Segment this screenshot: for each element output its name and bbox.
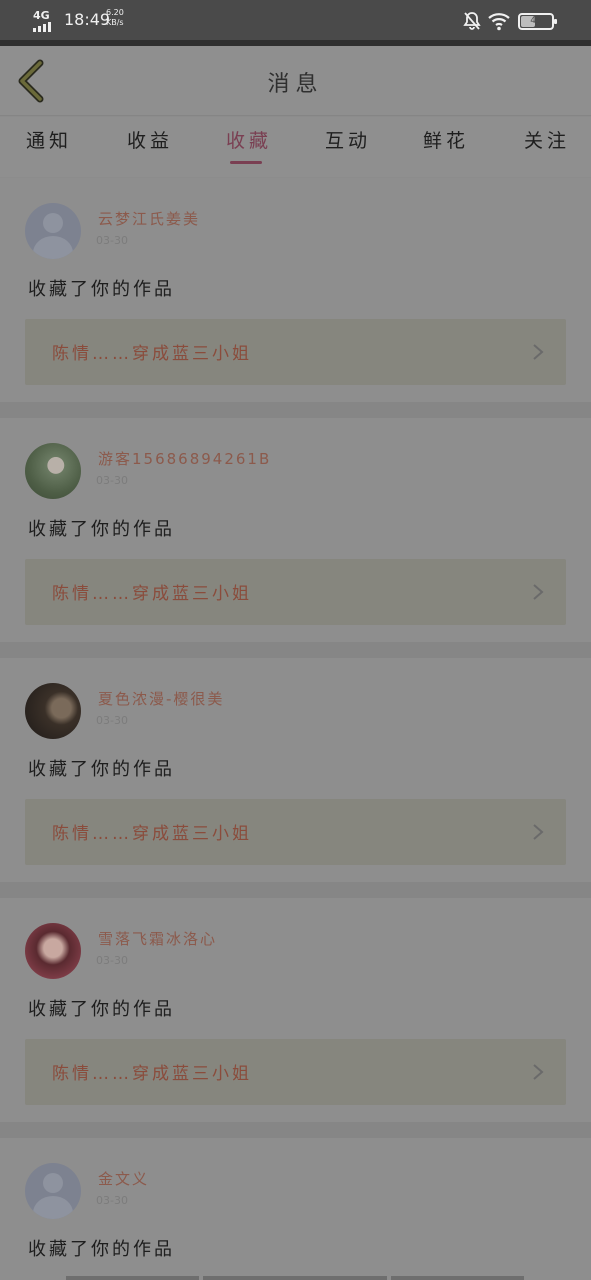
message-list: 云梦江氏姜美 03-30 收藏了你的作品 陈情……穿成蓝三小姐 游客156868… <box>0 178 591 1280</box>
list-item: 金文义 03-30 收藏了你的作品 <box>0 1138 591 1280</box>
work-title: 陈情……穿成蓝三小姐 <box>52 824 252 844</box>
message-text: 收藏了你的作品 <box>28 1239 175 1260</box>
tab-bar: 通知 收益 收藏 互动 鲜花 关注 <box>0 117 591 177</box>
tab-earnings[interactable]: 收益 <box>127 126 173 153</box>
active-tab-indicator <box>230 161 262 164</box>
username[interactable]: 雪落飞霜冰洛心 <box>98 928 217 949</box>
tab-follows[interactable]: 关注 <box>524 126 570 153</box>
message-text: 收藏了你的作品 <box>28 279 175 300</box>
signal-icon <box>33 22 51 32</box>
message-date: 03-30 <box>96 474 128 487</box>
chevron-right-icon <box>533 584 544 600</box>
work-link[interactable]: 陈情……穿成蓝三小姐 <box>25 799 566 865</box>
work-title: 陈情……穿成蓝三小姐 <box>52 1064 252 1084</box>
tab-notifications[interactable]: 通知 <box>26 126 72 153</box>
battery-icon: 48 <box>518 13 557 30</box>
avatar[interactable] <box>25 683 81 739</box>
work-link[interactable]: 陈情……穿成蓝三小姐 <box>25 559 566 625</box>
scroll-indicator <box>66 1276 199 1280</box>
work-title: 陈情……穿成蓝三小姐 <box>52 344 252 364</box>
speed-unit: KB/s <box>106 18 124 27</box>
message-date: 03-30 <box>96 954 128 967</box>
username[interactable]: 夏色浓漫-樱很美 <box>98 688 224 709</box>
bell-muted-icon <box>463 12 481 30</box>
work-title: 陈情……穿成蓝三小姐 <box>52 584 252 604</box>
tab-favorites[interactable]: 收藏 <box>226 126 272 153</box>
username[interactable]: 云梦江氏姜美 <box>98 208 200 229</box>
message-date: 03-30 <box>96 1194 128 1207</box>
work-link[interactable]: 陈情……穿成蓝三小姐 <box>25 319 566 385</box>
work-link[interactable]: 陈情……穿成蓝三小姐 <box>25 1039 566 1105</box>
list-item: 夏色浓漫-樱很美 03-30 收藏了你的作品 陈情……穿成蓝三小姐 <box>0 658 591 882</box>
scroll-indicator <box>391 1276 524 1280</box>
message-text: 收藏了你的作品 <box>28 519 175 540</box>
avatar[interactable] <box>25 923 81 979</box>
username[interactable]: 金文义 <box>98 1168 149 1189</box>
avatar[interactable] <box>25 443 81 499</box>
chevron-right-icon <box>533 824 544 840</box>
clock: 18:49 <box>64 10 111 29</box>
tab-flowers[interactable]: 鲜花 <box>423 126 469 153</box>
network-speed: 6.20 KB/s <box>106 8 124 28</box>
username[interactable]: 游客15686894261B <box>98 448 271 469</box>
network-type: 4G <box>33 9 50 22</box>
chevron-right-icon <box>533 1064 544 1080</box>
message-date: 03-30 <box>96 234 128 247</box>
speed-value: 6.20 <box>106 8 124 17</box>
avatar[interactable] <box>25 203 81 259</box>
header: 消息 <box>0 46 591 116</box>
message-text: 收藏了你的作品 <box>28 759 175 780</box>
battery-level: 48 <box>530 16 542 26</box>
list-item: 雪落飞霜冰洛心 03-30 收藏了你的作品 陈情……穿成蓝三小姐 <box>0 898 591 1122</box>
status-bar: 4G 18:49 6.20 KB/s 48 <box>0 0 591 40</box>
list-item: 游客15686894261B 03-30 收藏了你的作品 陈情……穿成蓝三小姐 <box>0 418 591 642</box>
message-text: 收藏了你的作品 <box>28 999 175 1020</box>
message-date: 03-30 <box>96 714 128 727</box>
list-item: 云梦江氏姜美 03-30 收藏了你的作品 陈情……穿成蓝三小姐 <box>0 178 591 402</box>
tab-interactions[interactable]: 互动 <box>325 126 371 153</box>
chevron-right-icon <box>533 344 544 360</box>
avatar[interactable] <box>25 1163 81 1219</box>
page-title: 消息 <box>267 72 324 97</box>
scroll-indicator <box>203 1276 387 1280</box>
wifi-icon <box>488 13 510 31</box>
